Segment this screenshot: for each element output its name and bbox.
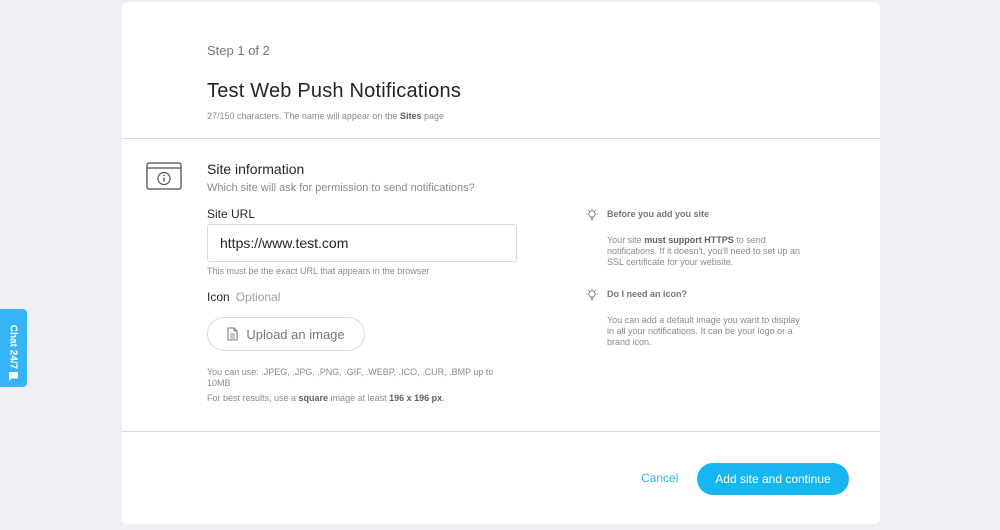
tip-icon-title: Do I need an icon? [607, 289, 688, 299]
icon-optional-label: Optional [235, 290, 281, 304]
upload-button-label: Upload an image [246, 326, 345, 342]
document-icon [227, 327, 238, 341]
chat-tab[interactable]: Chat 24/7 [0, 309, 27, 387]
best-mid: image at least [328, 393, 390, 403]
page-title: Test Web Push Notifications [207, 80, 462, 102]
step-indicator: Step 1 of 2 [207, 43, 270, 58]
tip-https-bold: must support HTTPS [644, 235, 734, 245]
section-subtitle: Which site will ask for permission to se… [207, 182, 475, 194]
lightbulb-icon [586, 288, 598, 301]
add-site-card: Step 1 of 2 Test Web Push Notifications … [122, 2, 880, 524]
add-site-continue-button[interactable]: Add site and continue [697, 463, 849, 495]
icon-label: Icon [207, 290, 230, 304]
best-prefix: For best results, use a [207, 393, 299, 403]
icon-field-label: Icon Optional [207, 290, 280, 304]
allowed-formats-note: You can use: .JPEG, .JPG, .PNG, .GIF, .W… [207, 367, 494, 388]
section-title: Site information [207, 161, 305, 177]
tip-https-prefix: Your site [607, 235, 645, 245]
title-character-count: 27/150 characters. The name will appear … [207, 111, 444, 121]
chat-bubble-icon [9, 372, 18, 381]
cancel-button[interactable]: Cancel [641, 471, 678, 485]
chat-label: Chat 24/7 [7, 324, 19, 370]
tip-https-body: Your site must support HTTPS to send not… [607, 235, 807, 268]
divider-bottom [122, 431, 880, 432]
divider-top [122, 138, 880, 139]
best-size: 196 x 196 px [389, 393, 443, 403]
lightbulb-icon [586, 208, 598, 221]
subtitle-suffix: page [421, 111, 444, 121]
subtitle-prefix: 27/150 characters. The name will appear … [207, 111, 400, 121]
best-square: square [298, 393, 329, 403]
browser-info-icon [146, 162, 182, 190]
upload-image-button[interactable]: Upload an image [207, 317, 365, 351]
site-url-input[interactable] [207, 224, 517, 262]
tip-icon-body: You can add a default image you want to … [607, 315, 800, 347]
best-suffix: . [442, 393, 445, 403]
subtitle-sites-link: Sites [399, 111, 422, 121]
site-url-hint: This must be the exact URL that appears … [207, 266, 430, 276]
site-url-label: Site URL [207, 207, 256, 221]
tip-https-title: Before you add you site [607, 209, 710, 219]
best-results-note: For best results, use a square image at … [207, 393, 445, 403]
